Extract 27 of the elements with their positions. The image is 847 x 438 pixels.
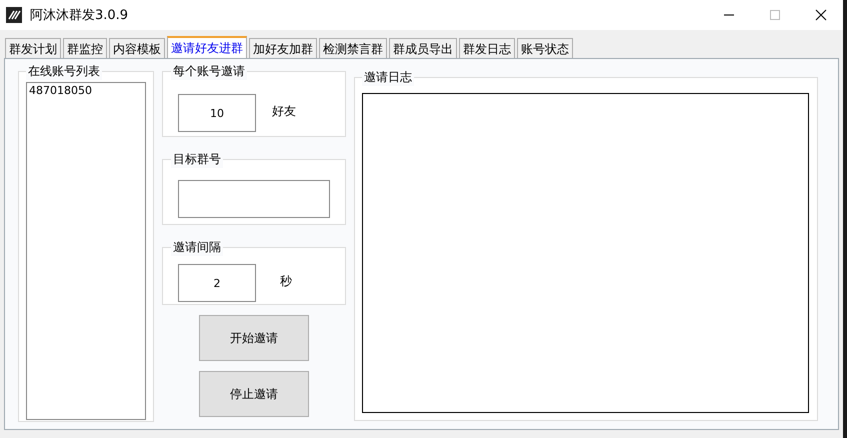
- tab[interactable]: 群发日志: [459, 38, 515, 58]
- group-title: 邀请间隔: [171, 239, 223, 256]
- tab[interactable]: 账号状态: [517, 38, 573, 58]
- tab[interactable]: 邀请好友进群: [167, 36, 247, 58]
- tab[interactable]: 群成员导出: [389, 38, 457, 58]
- account-item[interactable]: 487018050: [29, 84, 143, 97]
- tab[interactable]: 加好友加群: [249, 38, 317, 58]
- tab[interactable]: 检测禁言群: [319, 38, 387, 58]
- action-button[interactable]: 开始邀请: [199, 315, 309, 361]
- maximize-icon[interactable]: [769, 9, 781, 21]
- unit-label: 好友: [272, 102, 296, 120]
- tab[interactable]: 群监控: [63, 38, 107, 58]
- account-list[interactable]: 487018050: [26, 82, 146, 420]
- group-title: 目标群号: [171, 151, 223, 168]
- group-title: 每个账号邀请: [171, 63, 247, 80]
- tab[interactable]: 群发计划: [5, 38, 61, 58]
- group-number-field[interactable]: [178, 180, 330, 218]
- unit-label: 秒: [280, 272, 292, 290]
- close-icon[interactable]: [815, 9, 827, 21]
- action-button[interactable]: 停止邀请: [199, 371, 309, 417]
- interval-field[interactable]: 2: [178, 264, 256, 302]
- group-title: 在线账号列表: [26, 63, 102, 80]
- group-title: 邀请日志: [362, 69, 414, 86]
- app-logo-icon: [6, 7, 22, 23]
- invite-count-field[interactable]: 10: [178, 94, 256, 132]
- tab[interactable]: 内容模板: [109, 38, 165, 58]
- window-title: 阿沐沐群发3.0.9: [30, 7, 128, 24]
